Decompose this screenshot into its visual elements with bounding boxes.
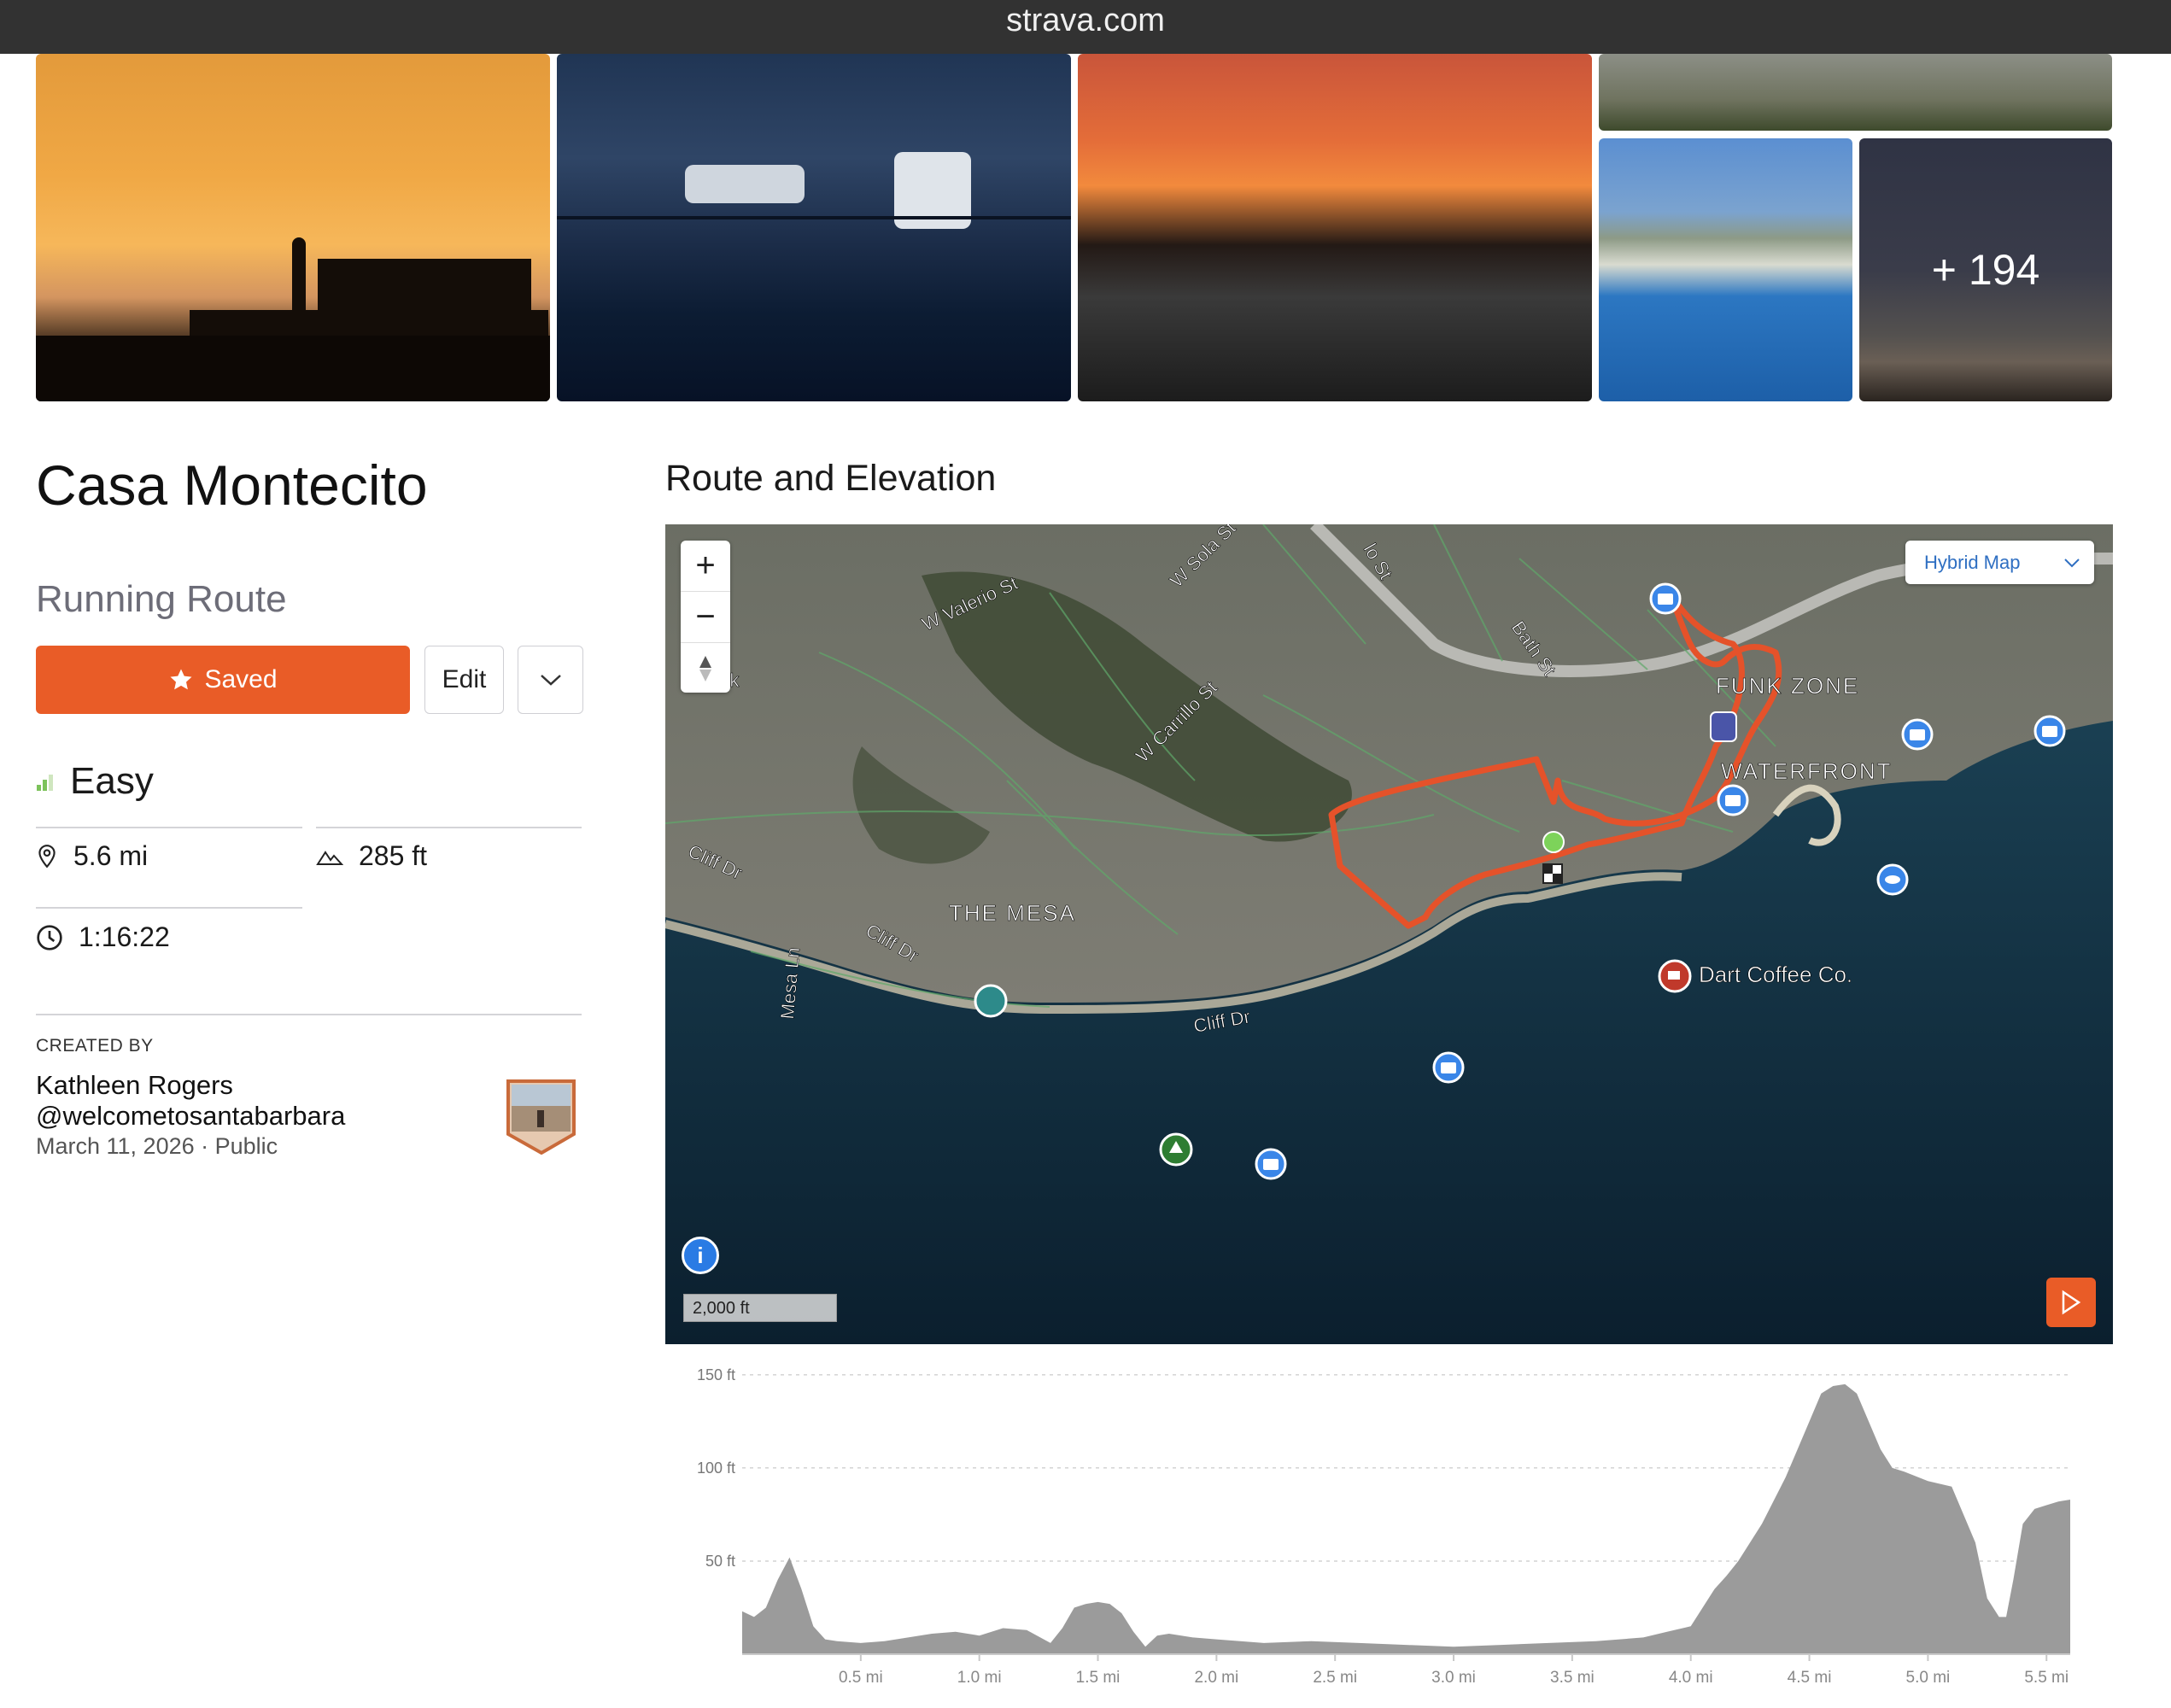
- route-type: Running Route: [36, 578, 287, 620]
- mountain-icon: [316, 850, 343, 865]
- route-start-marker: [1542, 831, 1565, 853]
- route-map[interactable]: FUNK ZONE WATERFRONT THE MESA Dart Coffe…: [665, 524, 2113, 1344]
- route-photo-beach-sunset[interactable]: [1078, 54, 1592, 401]
- photo-pin-icon[interactable]: [2033, 715, 2066, 747]
- y-tick-label: 150 ft: [697, 1366, 735, 1383]
- location-pin-icon: [38, 844, 56, 868]
- zoom-in-button[interactable]: +: [681, 541, 730, 592]
- play-icon: [2062, 1290, 2081, 1315]
- browser-url-bar[interactable]: strava.com: [0, 0, 2171, 54]
- difficulty-label: Easy: [70, 760, 154, 802]
- x-tick-label: 5.0 mi: [1906, 1669, 1951, 1687]
- route-title: Casa Montecito: [36, 453, 428, 517]
- creator-handle[interactable]: @welcometosantabarbara: [36, 1101, 345, 1132]
- x-tick-label: 4.5 mi: [1788, 1669, 1832, 1687]
- x-tick-label: 3.0 mi: [1431, 1669, 1476, 1687]
- saved-button[interactable]: Saved: [36, 646, 410, 714]
- divider: [36, 827, 302, 828]
- x-tick-label: 5.5 mi: [2024, 1669, 2069, 1687]
- chevron-down-icon: [2064, 558, 2080, 567]
- difficulty-rating: Easy: [36, 760, 154, 803]
- park-pin-icon[interactable]: [1159, 1132, 1193, 1167]
- creator-avatar[interactable]: [505, 1078, 577, 1155]
- elevation-gain-stat: 285 ft: [316, 840, 427, 872]
- route-photo-bay[interactable]: [1599, 138, 1852, 401]
- elevation-chart[interactable]: 150 ft 100 ft 50 ft 0.5 mi 1.0 mi 1.5 mi 2.0 m…: [665, 1353, 2113, 1694]
- edit-button[interactable]: Edit: [424, 646, 504, 714]
- divider: [36, 1014, 582, 1015]
- y-tick-label: 50 ft: [705, 1553, 735, 1570]
- map-type-label: Hybrid Map: [1924, 551, 2021, 573]
- clock-icon: [37, 924, 62, 951]
- x-tick-label: 1.5 mi: [1076, 1669, 1121, 1687]
- map-canvas[interactable]: FUNK ZONE WATERFRONT THE MESA Dart Coffe…: [665, 524, 2113, 1344]
- route-photo-harbor[interactable]: [557, 54, 1071, 401]
- x-tick-label: 4.0 mi: [1669, 1669, 1713, 1687]
- route-and-elevation-title: Route and Elevation: [665, 458, 997, 499]
- zoom-out-button[interactable]: −: [681, 592, 730, 643]
- duration-value: 1:16:22: [79, 921, 170, 952]
- created-by-label: CREATED BY: [36, 1036, 154, 1056]
- map-info-button[interactable]: i: [682, 1237, 719, 1274]
- label-the-mesa: THE MESA: [949, 900, 1076, 926]
- divider: [36, 907, 302, 909]
- label-waterfront: WATERFRONT: [1721, 758, 1893, 784]
- photo-pin-icon[interactable]: [1432, 1051, 1465, 1084]
- distance-stat: 5.6 mi: [36, 840, 148, 872]
- x-tick-label: 3.5 mi: [1550, 1669, 1595, 1687]
- map-type-select[interactable]: Hybrid Map: [1905, 541, 2094, 584]
- elevation-area: [742, 1383, 2070, 1654]
- elevation-gain-value: 285 ft: [359, 840, 428, 871]
- more-photos-count: + 194: [1931, 246, 2040, 294]
- photo-pin-icon[interactable]: [1649, 582, 1682, 615]
- x-tick-label: 2.5 mi: [1313, 1669, 1357, 1687]
- label-dart-coffee: Dart Coffee Co.: [1699, 962, 1852, 987]
- compass-icon: [699, 655, 711, 681]
- divider: [316, 827, 582, 828]
- visibility-label: Public: [214, 1133, 278, 1159]
- x-tick-label: 1.0 mi: [957, 1669, 1002, 1687]
- creator-meta: March 11, 2026 · Public: [36, 1133, 278, 1160]
- coffee-pin-icon[interactable]: [1658, 959, 1692, 993]
- photo-pin-icon[interactable]: [1901, 718, 1934, 751]
- meta-separator: ·: [201, 1133, 215, 1159]
- route-photo-coast[interactable]: [1599, 54, 2112, 131]
- repair-pin-icon[interactable]: [974, 984, 1008, 1018]
- route-photo-pier-sunset[interactable]: [36, 54, 550, 401]
- duration-stat: 1:16:22: [36, 921, 170, 953]
- compass-button[interactable]: [681, 643, 730, 693]
- distance-value: 5.6 mi: [73, 840, 149, 871]
- difficulty-bars-icon: [37, 775, 53, 791]
- y-tick-label: 100 ft: [697, 1459, 735, 1477]
- more-options-button[interactable]: [518, 646, 583, 714]
- map-scale-bar: 2,000 ft: [683, 1294, 837, 1322]
- label-funk-zone: FUNK ZONE: [1716, 673, 1859, 699]
- flyover-play-button[interactable]: [2046, 1278, 2096, 1327]
- x-tick-label: 2.0 mi: [1194, 1669, 1238, 1687]
- creator-name-link[interactable]: Kathleen Rogers: [36, 1070, 233, 1101]
- x-tick-label: 0.5 mi: [839, 1669, 883, 1687]
- viewpoint-pin-icon[interactable]: [1876, 863, 1909, 896]
- saved-label: Saved: [204, 665, 278, 693]
- zoom-controls[interactable]: + −: [681, 541, 730, 693]
- chevron-down-icon: [540, 675, 561, 686]
- photo-pin-icon[interactable]: [1717, 784, 1749, 816]
- more-photos-button[interactable]: + 194: [1859, 138, 2112, 401]
- transit-pin-icon[interactable]: [1710, 711, 1737, 742]
- photo-pin-icon[interactable]: [1255, 1148, 1287, 1180]
- created-date: March 11, 2026: [36, 1133, 195, 1159]
- star-icon: [170, 669, 192, 690]
